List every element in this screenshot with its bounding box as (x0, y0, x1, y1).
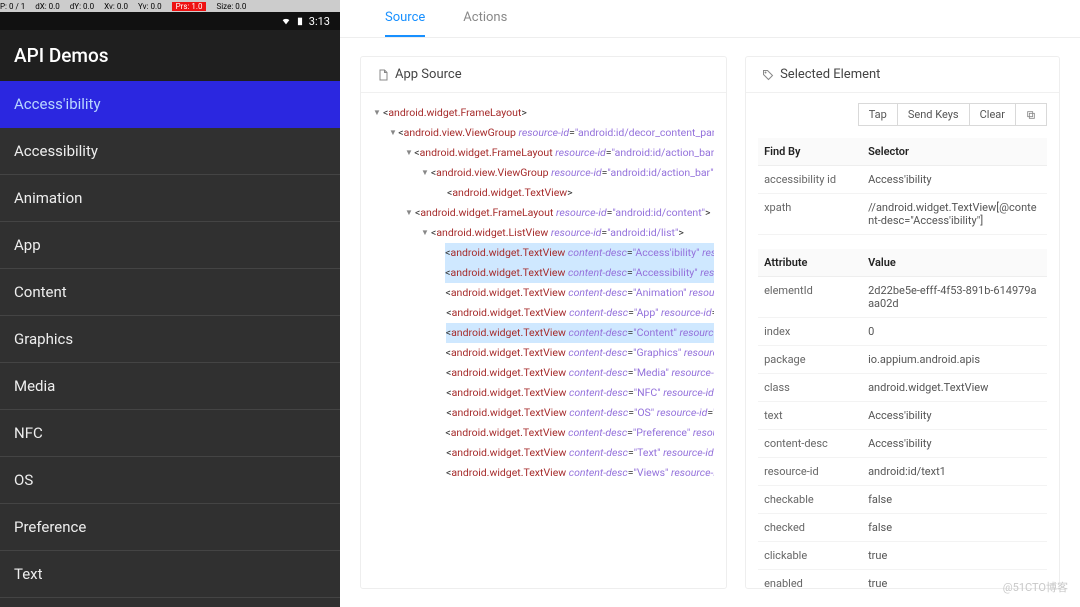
table-row: accessibility idAccess'ibility (758, 166, 1047, 194)
app-title: API Demos (0, 30, 340, 81)
tree-toggle[interactable]: ▼ (421, 163, 431, 183)
table-row: elementId2d22be5e-efff-4f53-891b-614979a… (758, 277, 1047, 318)
tree-node[interactable]: <android.widget.TextView content-desc="A… (373, 283, 714, 303)
attribute-header: Attribute (758, 249, 862, 277)
tag-icon (762, 69, 774, 81)
tree-toggle[interactable]: ▼ (405, 203, 415, 223)
selector-header: Selector (862, 138, 1047, 166)
tree-node[interactable]: <android.widget.TextView content-desc="P… (373, 423, 714, 443)
inspector-tabs: Source Actions (340, 0, 1080, 38)
table-row: content-descAccess'ibility (758, 430, 1047, 458)
tree-node[interactable]: ▼<android.widget.FrameLayout> (373, 103, 714, 123)
tree-node[interactable]: ▼<android.widget.ListView resource-id="a… (373, 223, 714, 243)
copy-icon (1026, 110, 1036, 120)
table-row: classandroid.widget.TextView (758, 374, 1047, 402)
copy-button[interactable] (1016, 103, 1047, 126)
tree-node[interactable]: ▼<android.view.ViewGroup resource-id="an… (373, 163, 714, 183)
tree-node[interactable]: <android.widget.TextView content-desc="T… (373, 443, 714, 463)
tab-source[interactable]: Source (385, 10, 425, 37)
tree-node[interactable]: <android.widget.TextView content-desc="A… (373, 263, 714, 283)
tree-node[interactable]: ▼<android.widget.FrameLayout resource-id… (373, 203, 714, 223)
list-item[interactable]: Media (0, 363, 340, 410)
file-icon (377, 69, 389, 81)
value-header: Value (862, 249, 1047, 277)
table-row: packageio.appium.android.apis (758, 346, 1047, 374)
tree-toggle[interactable]: ▼ (405, 143, 414, 163)
list-item[interactable]: Animation (0, 175, 340, 222)
xml-tree: ▼<android.widget.FrameLayout>▼<android.v… (373, 103, 714, 483)
selected-element-panel: Selected Element Tap Send Keys Clear Fin… (745, 56, 1060, 589)
tree-node[interactable]: ▼<android.view.ViewGroup resource-id="an… (373, 123, 714, 143)
tree-node[interactable]: <android.widget.TextView content-desc="V… (373, 463, 714, 483)
table-row: checkablefalse (758, 486, 1047, 514)
watermark: @51CTO博客 (1003, 579, 1068, 595)
tree-node[interactable]: <android.widget.TextView content-desc="C… (373, 323, 714, 343)
list-item[interactable]: Access'ibility (0, 81, 340, 128)
findby-table: Find By Selector accessibility idAccess'… (758, 138, 1047, 235)
tree-node[interactable]: <android.widget.TextView content-desc="M… (373, 363, 714, 383)
panel-title: App Source (395, 67, 462, 82)
device-list: Access'ibilityAccessibilityAnimationAppC… (0, 81, 340, 607)
status-bar: 3:13 (0, 12, 340, 30)
list-item[interactable]: Text (0, 551, 340, 598)
tap-button[interactable]: Tap (858, 103, 898, 126)
tree-toggle[interactable]: ▼ (373, 103, 383, 123)
list-item[interactable]: Accessibility (0, 128, 340, 175)
tree-node[interactable]: <android.widget.TextView content-desc="O… (373, 403, 714, 423)
tree-node[interactable]: <android.widget.TextView content-desc="A… (373, 243, 714, 263)
list-item[interactable]: Graphics (0, 316, 340, 363)
table-row: xpath//android.widget.TextView[@content-… (758, 194, 1047, 235)
tree-toggle[interactable]: ▼ (389, 123, 398, 143)
action-buttons: Tap Send Keys Clear (758, 103, 1047, 126)
battery-icon (295, 16, 305, 26)
tree-toggle[interactable]: ▼ (421, 223, 431, 243)
list-item[interactable]: Preference (0, 504, 340, 551)
list-item[interactable]: Content (0, 269, 340, 316)
table-row: textAccess'ibility (758, 402, 1047, 430)
app-source-panel: App Source ▼<android.widget.FrameLayout>… (360, 56, 727, 589)
clear-button[interactable]: Clear (970, 103, 1016, 126)
panel-title: Selected Element (780, 67, 880, 82)
device-screen: P: 0 / 1 dX: 0.0 dY: 0.0 Xv: 0.0 Yv: 0.0… (0, 0, 340, 607)
tree-node[interactable]: <android.widget.TextView content-desc="A… (373, 303, 714, 323)
tree-node[interactable]: <android.widget.TextView> (373, 183, 714, 203)
tab-actions[interactable]: Actions (463, 10, 507, 37)
table-row: index0 (758, 318, 1047, 346)
list-item[interactable]: App (0, 222, 340, 269)
table-row: resource-idandroid:id/text1 (758, 458, 1047, 486)
pointer-debug-bar: P: 0 / 1 dX: 0.0 dY: 0.0 Xv: 0.0 Yv: 0.0… (0, 0, 340, 12)
send-keys-button[interactable]: Send Keys (898, 103, 970, 126)
tree-node[interactable]: <android.widget.TextView content-desc="G… (373, 343, 714, 363)
clock: 3:13 (309, 15, 330, 28)
list-item[interactable]: OS (0, 457, 340, 504)
findby-header: Find By (758, 138, 862, 166)
table-row: checkedfalse (758, 514, 1047, 542)
table-row: clickabletrue (758, 542, 1047, 570)
attributes-table: Attribute Value elementId2d22be5e-efff-4… (758, 249, 1047, 588)
wifi-icon (281, 16, 291, 26)
list-item[interactable]: NFC (0, 410, 340, 457)
inspector: Source Actions App Source ▼<android.widg… (340, 0, 1080, 607)
tree-node[interactable]: <android.widget.TextView content-desc="N… (373, 383, 714, 403)
tree-node[interactable]: ▼<android.widget.FrameLayout resource-id… (373, 143, 714, 163)
